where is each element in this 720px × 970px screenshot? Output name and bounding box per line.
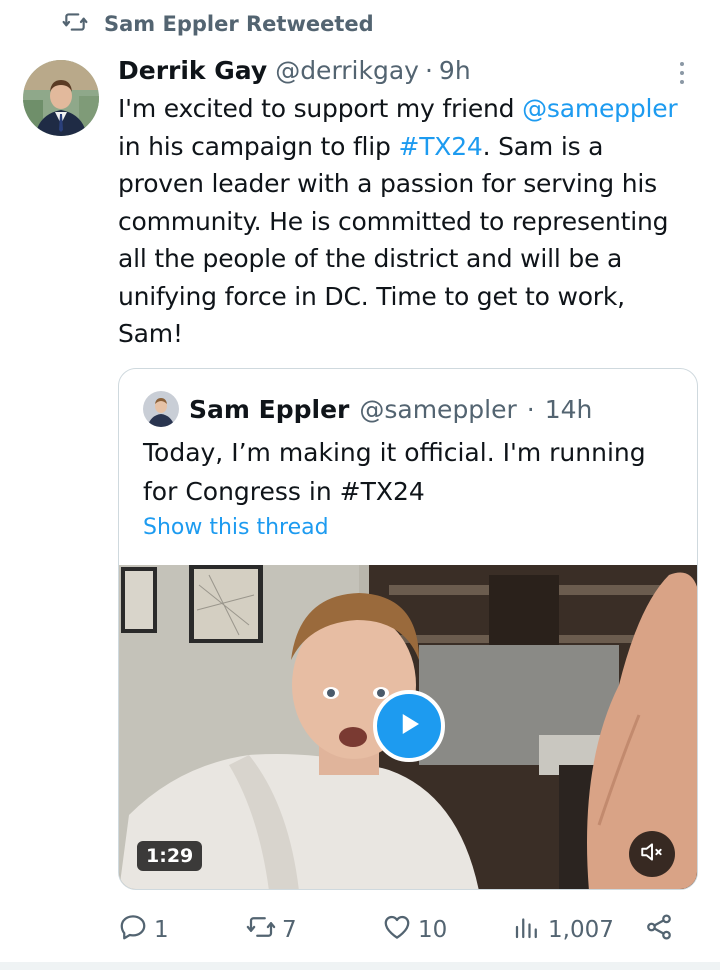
text-segment: in his campaign to flip	[118, 131, 399, 161]
reply-icon	[118, 912, 148, 948]
play-button[interactable]	[373, 690, 445, 762]
feed-divider	[0, 962, 720, 970]
views-button[interactable]: 1,007	[512, 908, 614, 952]
quoted-author-name[interactable]: Sam Eppler	[189, 395, 349, 424]
tweet-text: I'm excited to support my friend @samepp…	[118, 90, 698, 353]
tweet-text-line: Sam!	[118, 319, 183, 348]
retweet-button[interactable]: 7	[246, 908, 297, 952]
mute-icon	[639, 839, 665, 869]
tweet-text-line: all the people of the district and will …	[118, 244, 623, 273]
tweet-text-line: in his campaign to flip #TX24. Sam is a	[118, 128, 698, 166]
mute-button[interactable]	[629, 831, 675, 877]
quoted-tweet-header: Sam Eppler @sameppler · 14h	[143, 391, 592, 427]
video-player[interactable]: 1:29	[119, 565, 697, 889]
tweet-actions-bar: 1 7 10 1,007	[118, 908, 698, 952]
author-avatar[interactable]	[23, 60, 99, 136]
more-dot	[680, 80, 684, 84]
heart-icon	[382, 912, 412, 948]
quoted-tweet-text: Today, I’m making it official. I'm runni…	[143, 433, 646, 511]
quoted-author-avatar[interactable]	[143, 391, 179, 427]
views-icon	[512, 912, 542, 948]
quoted-text-line: Today, I’m making it official. I'm runni…	[143, 438, 646, 467]
author-name[interactable]: Derrik Gay	[118, 52, 267, 90]
quoted-author-handle[interactable]: @sameppler	[359, 395, 516, 424]
tweet-header: Derrik Gay @derrikgay · 9h	[118, 52, 698, 90]
tweet-text-line: proven leader with a passion for serving…	[118, 169, 657, 198]
tweet-text-line: unifying force in DC. Time to get to wor…	[118, 281, 625, 311]
tweet-timestamp[interactable]: 9h	[439, 52, 471, 90]
quoted-tweet-timestamp[interactable]: 14h	[545, 395, 593, 424]
more-dot	[680, 71, 684, 75]
show-thread-link[interactable]: Show this thread	[143, 515, 329, 540]
tweet[interactable]: Derrik Gay @derrikgay · 9h I'm excited t…	[118, 52, 698, 353]
more-dot	[680, 62, 684, 66]
share-button[interactable]	[644, 908, 674, 952]
quoted-tweet[interactable]: Sam Eppler @sameppler · 14h Today, I’m m…	[118, 368, 698, 890]
text-segment: . Sam is a	[482, 131, 604, 161]
text-segment: for Congress in	[143, 477, 340, 506]
hashtag-link[interactable]: #TX24	[340, 477, 425, 506]
more-options-button[interactable]	[668, 58, 696, 88]
retweet-icon	[246, 912, 276, 948]
share-icon	[644, 912, 674, 948]
reply-count: 1	[154, 917, 169, 943]
hashtag-link[interactable]: #TX24	[398, 132, 482, 161]
reply-button[interactable]: 1	[118, 908, 169, 952]
views-count: 1,007	[548, 917, 614, 943]
like-button[interactable]: 10	[382, 908, 447, 952]
mention-link[interactable]: @sameppler	[522, 94, 678, 123]
text-segment: I'm excited to support my friend	[118, 94, 523, 123]
separator-dot: ·	[526, 394, 535, 424]
video-duration-badge: 1:29	[137, 841, 203, 871]
retweet-icon	[62, 9, 88, 39]
retweet-count: 7	[282, 917, 297, 943]
like-count: 10	[418, 917, 448, 943]
retweeted-by-label: Sam Eppler Retweeted	[104, 12, 374, 36]
tweet-text-line: I'm excited to support my friend @samepp…	[118, 90, 698, 128]
retweeted-by-bar[interactable]: Sam Eppler Retweeted	[62, 8, 374, 40]
separator-dot: ·	[424, 56, 433, 85]
quoted-text-line: for Congress in #TX24	[143, 472, 646, 511]
tweet-text-line: community. He is committed to representi…	[118, 206, 669, 236]
author-handle[interactable]: @derrikgay	[275, 52, 419, 90]
play-icon	[394, 709, 424, 743]
